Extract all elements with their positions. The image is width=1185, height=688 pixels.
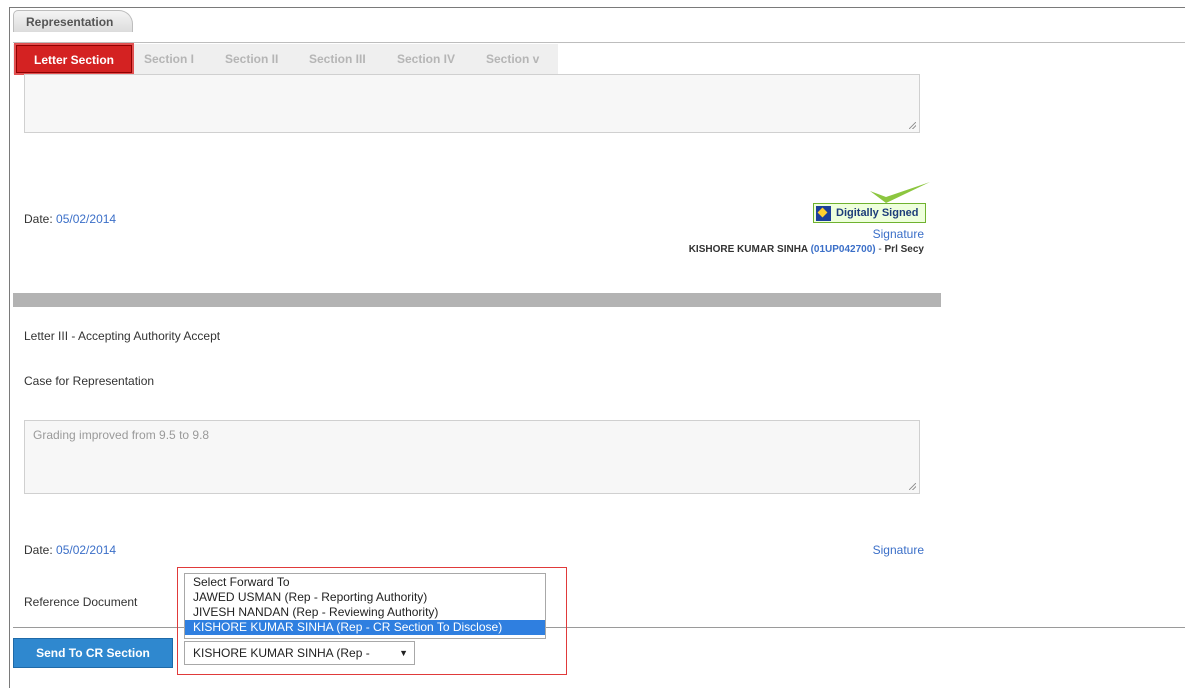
tab-section-2[interactable]: Section II bbox=[225, 44, 278, 74]
reference-document-label: Reference Document bbox=[24, 595, 138, 609]
tab-letter-section[interactable]: Letter Section bbox=[16, 45, 132, 73]
badge-text: Digitally Signed bbox=[836, 207, 919, 219]
forward-option-selected[interactable]: KISHORE KUMAR SINHA (Rep - CR Section To… bbox=[185, 620, 545, 635]
tab-section-1[interactable]: Section I bbox=[144, 44, 194, 74]
case-text: Grading improved from 9.5 to 9.8 bbox=[33, 428, 210, 442]
select-value: KISHORE KUMAR SINHA (Rep - bbox=[193, 646, 370, 660]
tab-divider bbox=[13, 42, 1185, 43]
forward-to-select[interactable]: KISHORE KUMAR SINHA (Rep - ▼ bbox=[184, 641, 415, 665]
case-textarea[interactable]: Grading improved from 9.5 to 9.8 bbox=[24, 420, 920, 494]
tab-section-5[interactable]: Section v bbox=[486, 44, 539, 74]
forward-option[interactable]: JAWED USMAN (Rep - Reporting Authority) bbox=[185, 590, 545, 605]
date-value: 05/02/2014 bbox=[56, 212, 117, 226]
chevron-down-icon[interactable]: ▼ bbox=[399, 642, 408, 664]
date-label: Date: bbox=[24, 543, 53, 557]
digital-sign-icon bbox=[816, 206, 831, 221]
section-separator bbox=[13, 293, 941, 307]
case-label: Case for Representation bbox=[24, 374, 155, 388]
signer-name: KISHORE KUMAR SINHA bbox=[688, 244, 808, 255]
letter3-heading: Letter III - Accepting Authority Accept bbox=[24, 329, 221, 343]
signer-id: (01UP042700) bbox=[810, 244, 876, 255]
signature-link[interactable]: Signature bbox=[873, 227, 924, 241]
date-value: 05/02/2014 bbox=[56, 543, 117, 557]
letter1-date: Date: 05/02/2014 bbox=[24, 212, 116, 226]
resize-grip-icon[interactable] bbox=[909, 483, 916, 490]
signer-post: Prl Secy bbox=[884, 244, 924, 255]
forward-option[interactable]: Select Forward To bbox=[185, 575, 545, 590]
tab-section-3[interactable]: Section III bbox=[309, 44, 366, 74]
forward-option[interactable]: JIVESH NANDAN (Rep - Reviewing Authority… bbox=[185, 605, 545, 620]
letter3-date: Date: 05/02/2014 bbox=[24, 543, 116, 557]
resize-grip-icon[interactable] bbox=[909, 122, 916, 129]
send-to-cr-button[interactable]: Send To CR Section bbox=[13, 638, 173, 668]
tab-representation[interactable]: Representation bbox=[13, 10, 133, 32]
signer-info: KISHORE KUMAR SINHA (01UP042700) - Prl S… bbox=[689, 244, 924, 255]
date-label: Date: bbox=[24, 212, 53, 226]
forward-to-listbox[interactable]: Select Forward To JAWED USMAN (Rep - Rep… bbox=[184, 573, 546, 639]
signer-dash: - bbox=[878, 244, 882, 255]
tab-section-4[interactable]: Section IV bbox=[397, 44, 455, 74]
letter1-textarea[interactable] bbox=[24, 74, 920, 133]
signature-link-2[interactable]: Signature bbox=[873, 543, 924, 557]
digitally-signed-badge: Digitally Signed bbox=[813, 203, 926, 223]
